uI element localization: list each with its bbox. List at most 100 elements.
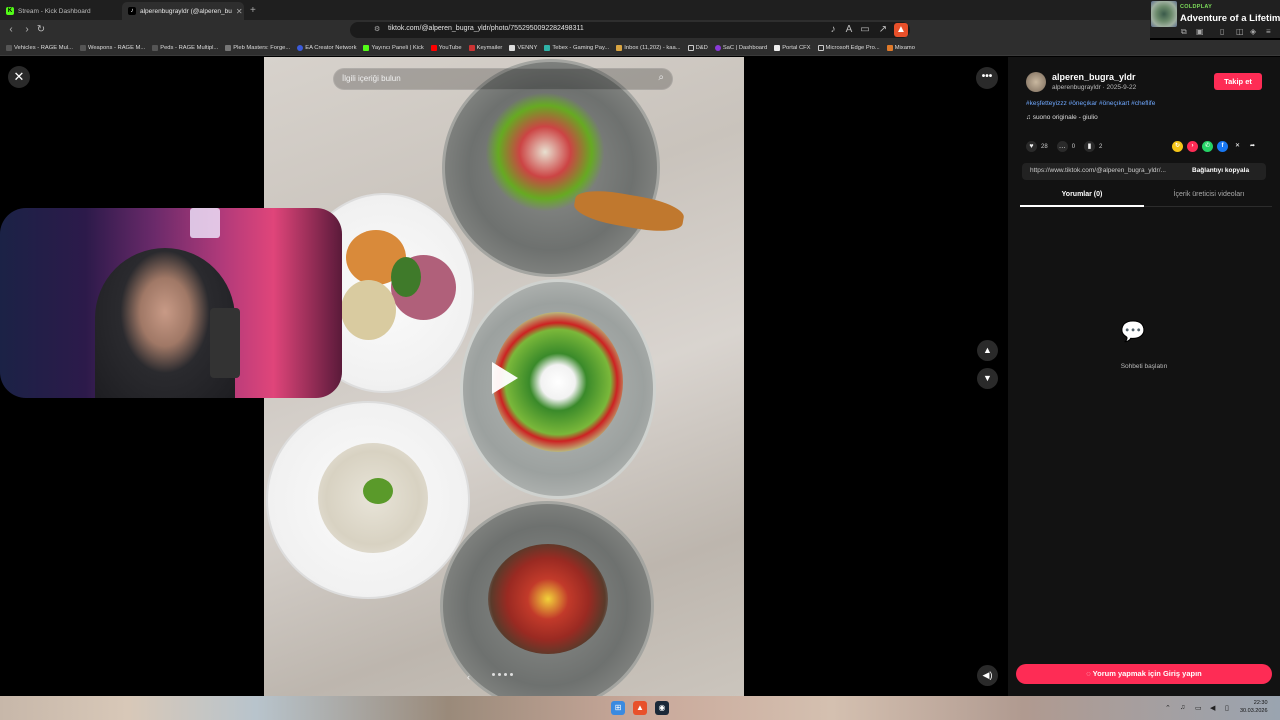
back-icon[interactable]: ‹	[4, 23, 18, 37]
login-to-comment-button[interactable]: ◌ Yorum yapmak için Giriş yapın	[1016, 664, 1272, 684]
related-search-bar[interactable]: İlgili içeriği bulun ⌕	[333, 68, 673, 90]
carousel-prev-icon[interactable]: ‹	[467, 672, 470, 682]
carousel-dot[interactable]	[504, 673, 507, 676]
carousel-dot[interactable]	[510, 673, 513, 676]
whatsapp-icon[interactable]: ✆	[1202, 141, 1213, 152]
share-arrow-icon[interactable]: ➦	[1247, 141, 1258, 152]
bookmark-item[interactable]: VENNY	[509, 44, 537, 51]
bookmark-favicon-icon	[79, 44, 86, 51]
bookmark-item[interactable]: Portal CFX	[774, 44, 811, 51]
plate-burrata	[460, 279, 656, 499]
bookmark-favicon-icon	[225, 44, 232, 51]
bookmark-item[interactable]: Tebex - Gaming Pay...	[544, 44, 609, 51]
search-input[interactable]: İlgili içeriği bulun	[342, 74, 401, 83]
bookmark-item[interactable]: Pleb Masters: Forge...	[225, 44, 290, 51]
bookmark-favicon-icon	[152, 44, 159, 51]
clock-date: 30.03.2026	[1240, 708, 1268, 714]
tiktok-icon: ♪	[128, 7, 136, 15]
extension-icon[interactable]: ▣	[1196, 27, 1204, 36]
more-options-button[interactable]: •••	[976, 67, 998, 89]
lamp	[190, 208, 220, 238]
cast-icon[interactable]: ▭	[858, 23, 872, 37]
forward-icon[interactable]: ›	[20, 23, 34, 37]
bookmark-item[interactable]: Weapons - RAGE M...	[79, 44, 145, 51]
read-aloud-icon[interactable]: ♪	[826, 23, 840, 37]
bookmark-item[interactable]: Inbox (11,202) - kaa...	[616, 44, 681, 51]
previous-post-button[interactable]: ▲	[977, 340, 998, 361]
youtube-icon	[430, 44, 437, 51]
bookmark-item[interactable]: Peds - RAGE Multipl...	[152, 44, 218, 51]
copy-link-button[interactable]: Bağlantıyı kopyala	[1192, 167, 1249, 174]
play-icon[interactable]	[492, 362, 518, 394]
bookmark-item[interactable]: Yayıncı Paneli | Kick	[363, 44, 424, 51]
reload-icon[interactable]: ↻	[34, 23, 48, 37]
copy-link-row: https://www.tiktok.com/@alperen_bugra_yl…	[1022, 163, 1266, 180]
network-icon[interactable]: ▭	[1195, 704, 1202, 712]
follow-button[interactable]: Takip et	[1214, 73, 1262, 90]
sound-link[interactable]: ♫ suono originale - giulio	[1026, 114, 1098, 121]
panel-tabs: Yorumlar (0) İçerik üreticisi videoları	[1020, 187, 1272, 207]
avatar[interactable]	[1026, 72, 1046, 92]
translate-icon[interactable]: A	[842, 23, 856, 37]
taskbar: ⊞ ▲ ◉ ⌃ ♫ ▭ ◀ ▯ 22:30 30.03.2026	[0, 696, 1280, 720]
bookmark-item[interactable]: Vehicles - RAGE Mul...	[6, 44, 73, 51]
bookmark-favicon-icon	[886, 44, 893, 51]
brave-shields-icon[interactable]: ▲	[894, 23, 908, 37]
sidebar-icon[interactable]: ▯	[1220, 27, 1224, 36]
like-button[interactable]: ♥ 28	[1026, 141, 1048, 152]
plate-fig-salad	[442, 59, 660, 277]
windows-start-icon[interactable]: ⊞	[611, 701, 625, 715]
browser-tab-tiktok[interactable]: ♪ alperenbugrayldr (@alperen_bu ✕	[122, 2, 244, 20]
post-hashtags[interactable]: #keşfetteyizzz #öneçıkar #öneçıkart #che…	[1026, 100, 1155, 107]
carousel-dot[interactable]	[492, 673, 495, 676]
bookmark-folder[interactable]: Microsoft Edge Pro...	[817, 44, 880, 51]
wallet-icon[interactable]: ◫	[1236, 27, 1244, 36]
bookmark-item[interactable]: Mixamo	[886, 44, 915, 51]
post-details-panel: alperen_bugra_yldr alperenbugrayldr · 20…	[1008, 57, 1280, 696]
share-row: ↻ › ✆ f ✕ ➦	[1172, 141, 1258, 152]
music-artist: COLDPLAY	[1180, 4, 1213, 10]
author-username[interactable]: alperen_bugra_yldr	[1052, 72, 1136, 82]
tab-creator-videos[interactable]: İçerik üreticisi videoları	[1146, 187, 1272, 207]
volume-icon[interactable]: ◀	[1210, 704, 1215, 712]
tray-chevron-icon[interactable]: ⌃	[1165, 704, 1171, 712]
share-icon[interactable]: ↗	[876, 23, 890, 37]
carousel-dot[interactable]	[498, 673, 501, 676]
login-label: Yorum yapmak için Giriş yapın	[1092, 669, 1202, 678]
shield-icon[interactable]: ◈	[1250, 27, 1256, 36]
volume-button[interactable]: ◀)	[977, 665, 998, 686]
extension-icon[interactable]: ⧉	[1181, 27, 1187, 37]
headset-icon[interactable]: ♫	[1180, 704, 1185, 711]
x-icon[interactable]: ✕	[1232, 141, 1243, 152]
save-button[interactable]: ▮ 2	[1084, 141, 1102, 152]
search-icon[interactable]: ⌕	[658, 72, 664, 83]
new-tab-button[interactable]: +	[250, 5, 256, 16]
next-post-button[interactable]: ▼	[977, 368, 998, 389]
bookmark-item[interactable]: SaC | Dashboard	[714, 44, 767, 51]
system-clock[interactable]: 22:30 30.03.2026	[1240, 699, 1268, 715]
comment-count: 0	[1071, 143, 1076, 150]
repost-icon[interactable]: ↻	[1172, 141, 1183, 152]
post-link[interactable]: https://www.tiktok.com/@alperen_bugra_yl…	[1030, 167, 1166, 174]
comment-button[interactable]: … 0	[1056, 141, 1076, 152]
steam-icon[interactable]: ◉	[655, 701, 669, 715]
bookmark-item[interactable]: Keymailer	[468, 44, 502, 51]
facebook-icon[interactable]: f	[1217, 141, 1228, 152]
brave-browser-icon[interactable]: ▲	[633, 701, 647, 715]
battery-icon[interactable]: ▯	[1225, 704, 1229, 712]
clock-time: 22:30	[1253, 700, 1268, 706]
bookmark-item[interactable]: EA Creator Network	[297, 44, 356, 51]
tab-close-icon[interactable]: ✕	[236, 7, 243, 16]
bookmark-folder[interactable]: D&D	[687, 44, 708, 51]
site-settings-icon[interactable]: ⚙	[374, 25, 380, 33]
tab-comments[interactable]: Yorumlar (0)	[1020, 187, 1144, 207]
close-button[interactable]: ✕	[8, 66, 30, 88]
embed-icon[interactable]: ›	[1187, 141, 1198, 152]
bookmark-item[interactable]: YouTube	[430, 44, 462, 51]
menu-icon[interactable]: ≡	[1266, 27, 1271, 36]
sound-name: suono originale - giulio	[1032, 114, 1098, 121]
author-subline: alperenbugrayldr · 2025-9-22	[1052, 84, 1137, 91]
food-herb	[363, 478, 393, 504]
browser-tab-kick[interactable]: K Stream - Kick Dashboard	[0, 2, 122, 20]
food	[341, 280, 396, 340]
